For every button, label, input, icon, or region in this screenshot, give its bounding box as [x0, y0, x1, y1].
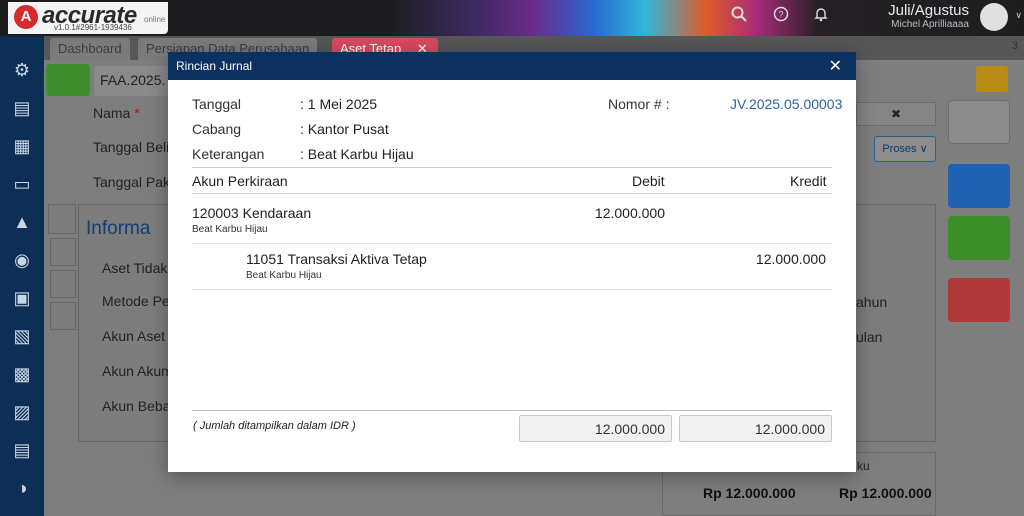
tanggal-value: : 1 Mei 2025: [300, 96, 378, 112]
account-note: Beat Karbu Hijau: [246, 270, 322, 281]
journal-number-link[interactable]: JV.2025.05.00003: [730, 96, 842, 112]
save-button[interactable]: [948, 100, 1010, 144]
app-logo[interactable]: A accurate online v1.0.1#2961-1939436: [8, 2, 168, 34]
list-view-button[interactable]: [46, 64, 90, 96]
tahun-label: ahun: [856, 294, 888, 310]
bell-icon[interactable]: [810, 6, 832, 28]
avatar[interactable]: [980, 3, 1008, 31]
journal-detail-modal: Rincian Jurnal ✕ Tanggal : 1 Mei 2025 Ca…: [168, 52, 856, 472]
total-right-value: Rp 12.000.000: [839, 485, 932, 501]
truck-icon[interactable]: ▨: [10, 400, 34, 424]
table-row: 120003 Kendaraan Beat Karbu Hijau 12.000…: [192, 198, 832, 244]
total-debit-field: 12.000.000: [519, 415, 672, 442]
total-left-value: Rp 12.000.000: [703, 485, 796, 501]
akun-aset-label: Akun Aset: [102, 328, 166, 344]
currency-note: ( Jumlah ditampilkan dalam IDR ): [193, 420, 356, 432]
side-tab-2[interactable]: [50, 238, 76, 266]
tanggal-label: Tanggal: [192, 96, 242, 112]
kredit-value: 12.000.000: [755, 251, 826, 267]
journal-table-header: Akun Perkiraan Debit Kredit: [192, 167, 832, 194]
column-kredit: Kredit: [790, 173, 827, 189]
bank-icon[interactable]: ▲: [10, 210, 34, 234]
akun-akum-label: Akun Akum: [102, 363, 173, 379]
keterangan-value: : Beat Karbu Hijau: [300, 146, 414, 162]
money-bag-icon[interactable]: ◉: [10, 248, 34, 272]
help-icon[interactable]: ?: [770, 6, 792, 28]
keterangan-label: Keterangan: [192, 146, 265, 162]
bulb-button[interactable]: [976, 66, 1008, 92]
modal-header: Rincian Jurnal ✕: [168, 52, 856, 80]
nama-label: Nama *: [93, 105, 140, 121]
tab-count[interactable]: 3: [1012, 40, 1018, 52]
side-tab-4[interactable]: [50, 302, 76, 330]
bulan-label: ulan: [856, 329, 883, 345]
totals-ku-label: ku: [857, 459, 870, 473]
close-icon[interactable]: ✕: [829, 56, 842, 76]
metode-label: Metode Pe: [102, 293, 170, 309]
total-kredit-field: 12.000.000: [679, 415, 832, 442]
version-label: v1.0.1#2961-1939436: [54, 23, 132, 32]
tax-report-icon[interactable]: ▤: [10, 438, 34, 462]
chevron-down-icon[interactable]: ∨: [1015, 10, 1022, 21]
cabang-label: Cabang: [192, 121, 242, 137]
proses-button[interactable]: Proses ∨: [874, 136, 936, 162]
debit-value: 12.000.000: [594, 205, 665, 221]
nomor-label: Nomor # :: [608, 96, 670, 112]
settings-icon[interactable]: ⚙: [10, 58, 34, 82]
informasi-heading: Informa: [86, 218, 151, 239]
book-icon[interactable]: ▭: [10, 172, 34, 196]
warehouse-icon[interactable]: ▩: [10, 362, 34, 386]
clear-button[interactable]: ✖: [856, 102, 936, 126]
svg-text:?: ?: [778, 10, 783, 20]
trolley-icon[interactable]: ▧: [10, 324, 34, 348]
aset-tidak-label: Aset Tidak: [102, 260, 168, 276]
modal-title: Rincian Jurnal: [176, 59, 253, 73]
report-chart-icon[interactable]: ◑: [10, 476, 34, 500]
logo-mark: A: [14, 5, 38, 29]
attach-button[interactable]: [948, 164, 1010, 208]
inbox-icon[interactable]: ▤: [10, 96, 34, 120]
user-name: Michel Aprilliaaaa: [891, 19, 969, 30]
column-debit: Debit: [632, 173, 665, 189]
doc-tab[interactable]: FAA.2025.: [94, 66, 174, 96]
more-button[interactable]: [948, 216, 1010, 260]
account-name: 11051 Transaksi Aktiva Tetap: [246, 251, 427, 267]
side-tab-3[interactable]: [50, 270, 76, 298]
delete-button[interactable]: [948, 278, 1010, 322]
tanggal-beli-label: Tanggal Beli: [93, 139, 170, 155]
sidebar: ⚙ ▤ ▦ ▭ ▲ ◉ ▣ ▧ ▩ ▨ ▤ ◑: [0, 36, 44, 516]
side-tab-info[interactable]: [48, 204, 76, 234]
top-bar: A accurate online v1.0.1#2961-1939436 ? …: [0, 0, 1024, 36]
table-row: 11051 Transaksi Aktiva Tetap Beat Karbu …: [192, 244, 832, 290]
tanggal-pakai-label: Tanggal Paka: [93, 174, 178, 190]
cabang-value: : Kantor Pusat: [300, 121, 389, 137]
column-akun: Akun Perkiraan: [192, 173, 288, 189]
cart-icon[interactable]: ▣: [10, 286, 34, 310]
account-note: Beat Karbu Hijau: [192, 224, 268, 235]
akun-beban-label: Akun Beba: [102, 398, 171, 414]
period-label: Juli/Agustus: [888, 2, 969, 19]
footer-divider: [192, 410, 832, 411]
tab-dashboard[interactable]: Dashboard: [50, 38, 130, 60]
search-icon[interactable]: [728, 6, 750, 28]
logo-online: online: [144, 15, 166, 24]
account-name: 120003 Kendaraan: [192, 205, 312, 221]
building-icon[interactable]: ▦: [10, 134, 34, 158]
